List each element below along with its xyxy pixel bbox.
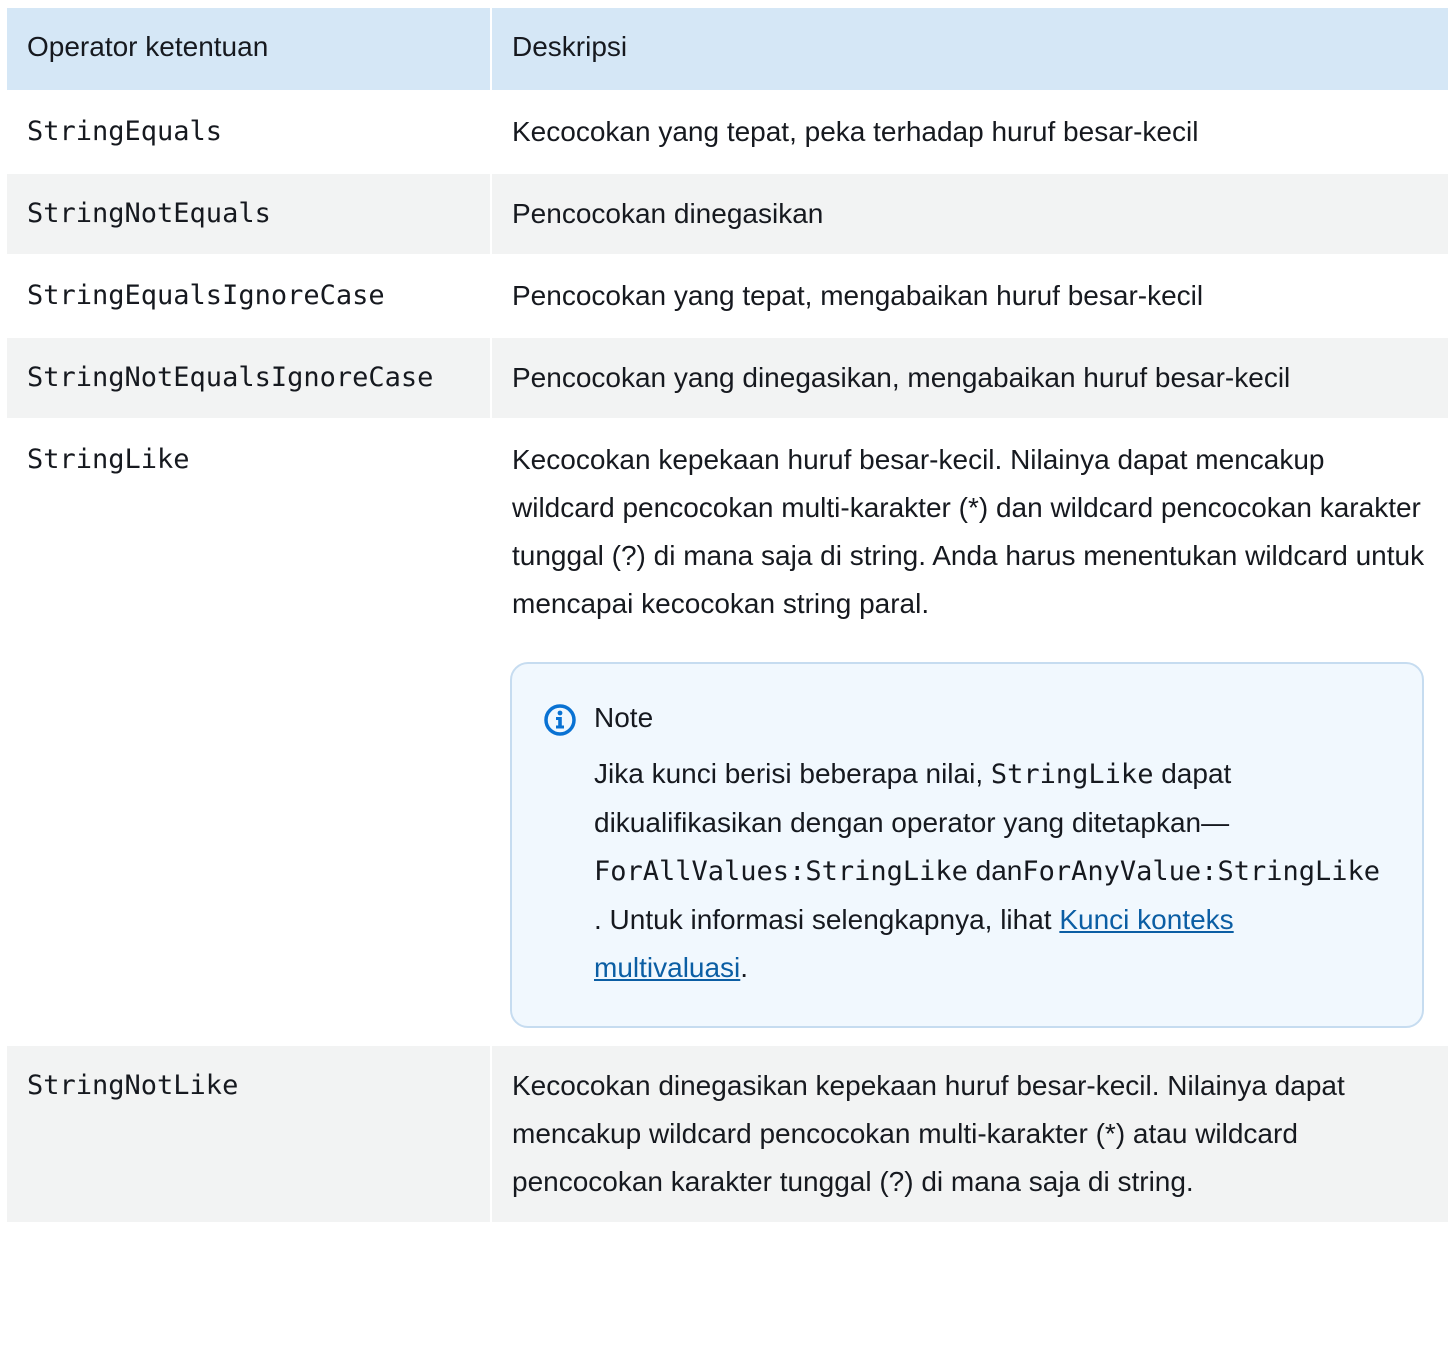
operator-cell: StringNotLike [7, 1044, 492, 1222]
description-cell: Kecocokan yang tepat, peka terhadap huru… [491, 90, 1448, 173]
operator-cell: StringEquals [7, 90, 492, 173]
condition-operators-table: Operator ketentuan Deskripsi StringEqual… [7, 8, 1448, 1222]
description-text: Kecocokan dinegasikan kepekaan huruf bes… [512, 1070, 1345, 1197]
description-cell: Pencocokan yang dinegasikan, mengabaikan… [491, 336, 1448, 419]
note-title: Note [594, 702, 654, 733]
note-text-segment: . Untuk informasi selengkapnya, lihat [594, 904, 1060, 935]
table-row: StringNotEquals Pencocokan dinegasikan [7, 172, 1448, 255]
note-code-forallvalues: ForAllValues:StringLike [594, 856, 968, 887]
operator-cell: StringEqualsIgnoreCase [7, 254, 492, 337]
header-operator: Operator ketentuan [7, 8, 492, 91]
operator-cell: StringLike [7, 418, 492, 1045]
note-text-segment: dan [967, 855, 1023, 886]
description-text: Pencocokan yang dinegasikan, mengabaikan… [512, 362, 1291, 393]
description-text: Kecocokan kepekaan huruf besar-kecil. Ni… [512, 444, 1425, 619]
note-callout: Note Jika kunci berisi beberapa nilai, S… [510, 662, 1424, 1028]
operator-cell: StringNotEquals [7, 172, 492, 255]
description-cell: Pencocokan yang tepat, mengabaikan huruf… [491, 254, 1448, 337]
info-icon [544, 704, 576, 736]
page: Operator ketentuan Deskripsi StringEqual… [0, 0, 1448, 1358]
table-row: StringNotLike Kecocokan dinegasikan kepe… [7, 1044, 1448, 1222]
description-cell: Kecocokan kepekaan huruf besar-kecil. Ni… [491, 418, 1448, 1045]
operator-cell: StringNotEqualsIgnoreCase [7, 336, 492, 419]
table-row: StringEquals Kecocokan yang tepat, peka … [7, 90, 1448, 173]
table-row: StringEqualsIgnoreCase Pencocokan yang t… [7, 254, 1448, 337]
note-code-stringlike: StringLike [990, 759, 1154, 790]
description-cell: Pencocokan dinegasikan [491, 172, 1448, 255]
note-text: Jika kunci berisi beberapa nilai, String… [594, 750, 1388, 992]
note-text-segment: . [740, 952, 749, 983]
table-row: StringLike Kecocokan kepekaan huruf besa… [7, 418, 1448, 1045]
description-cell: Kecocokan dinegasikan kepekaan huruf bes… [491, 1044, 1448, 1222]
header-description: Deskripsi [491, 8, 1448, 91]
note-code-foranyvalue: ForAnyValue:StringLike [1022, 856, 1380, 887]
note-body: Note Jika kunci berisi beberapa nilai, S… [594, 694, 1388, 992]
description-text: Pencocokan yang tepat, mengabaikan huruf… [512, 280, 1204, 311]
header-row: Operator ketentuan Deskripsi [7, 8, 1448, 91]
table-row: StringNotEqualsIgnoreCase Pencocokan yan… [7, 336, 1448, 419]
table-body: StringEquals Kecocokan yang tepat, peka … [7, 90, 1448, 1222]
description-text: Pencocokan dinegasikan [512, 198, 824, 229]
description-text: Kecocokan yang tepat, peka terhadap huru… [512, 116, 1199, 147]
note-text-segment: Jika kunci berisi beberapa nilai, [594, 758, 991, 789]
table-header: Operator ketentuan Deskripsi [7, 8, 1448, 91]
